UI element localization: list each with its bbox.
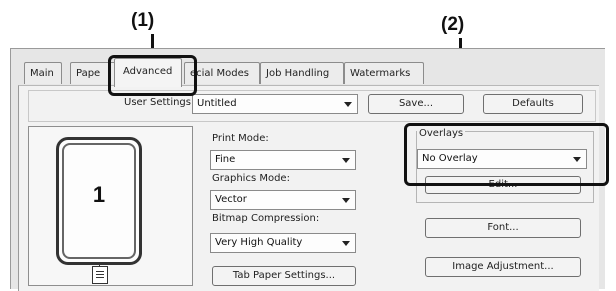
bitmap-compression-value: Very High Quality	[215, 237, 303, 248]
bitmap-compression-combo[interactable]: Very High Quality	[210, 233, 356, 253]
chevron-down-icon	[342, 241, 350, 246]
image-adjustment-button[interactable]: Image Adjustment...	[425, 257, 581, 277]
font-button[interactable]: Font...	[425, 218, 581, 238]
graphics-mode-label: Graphics Mode:	[212, 173, 290, 184]
callout-1-highlight	[108, 55, 197, 96]
page-preview: 1	[56, 137, 142, 265]
bitmap-compression-label: Bitmap Compression:	[212, 213, 320, 224]
user-settings-combo[interactable]: Untitled	[192, 94, 358, 114]
graphics-mode-combo[interactable]: Vector	[210, 190, 356, 210]
user-settings-label: User Settings:	[124, 97, 195, 108]
chevron-down-icon	[342, 158, 350, 163]
tab-main[interactable]: Main	[24, 62, 62, 84]
document-icon	[92, 266, 108, 284]
print-mode-label: Print Mode:	[212, 133, 269, 144]
callout-1: (1)	[131, 10, 155, 31]
callout-2: (2)	[441, 14, 465, 35]
page-number: 1	[92, 182, 106, 207]
print-mode-combo[interactable]: Fine	[210, 150, 356, 170]
tab-job-handling[interactable]: Job Handling	[260, 62, 344, 84]
defaults-button[interactable]: Defaults	[483, 94, 583, 114]
chevron-down-icon	[344, 102, 352, 107]
tab-paper-settings-button[interactable]: Tab Paper Settings...	[212, 266, 356, 286]
print-mode-value: Fine	[215, 154, 236, 165]
user-settings-value: Untitled	[197, 98, 237, 109]
graphics-mode-value: Vector	[215, 194, 247, 205]
preview-connector	[99, 262, 100, 266]
chevron-down-icon	[342, 198, 350, 203]
tab-watermarks[interactable]: Watermarks	[344, 62, 424, 84]
save-button[interactable]: Save...	[368, 94, 464, 114]
callout-2-highlight	[404, 123, 609, 186]
